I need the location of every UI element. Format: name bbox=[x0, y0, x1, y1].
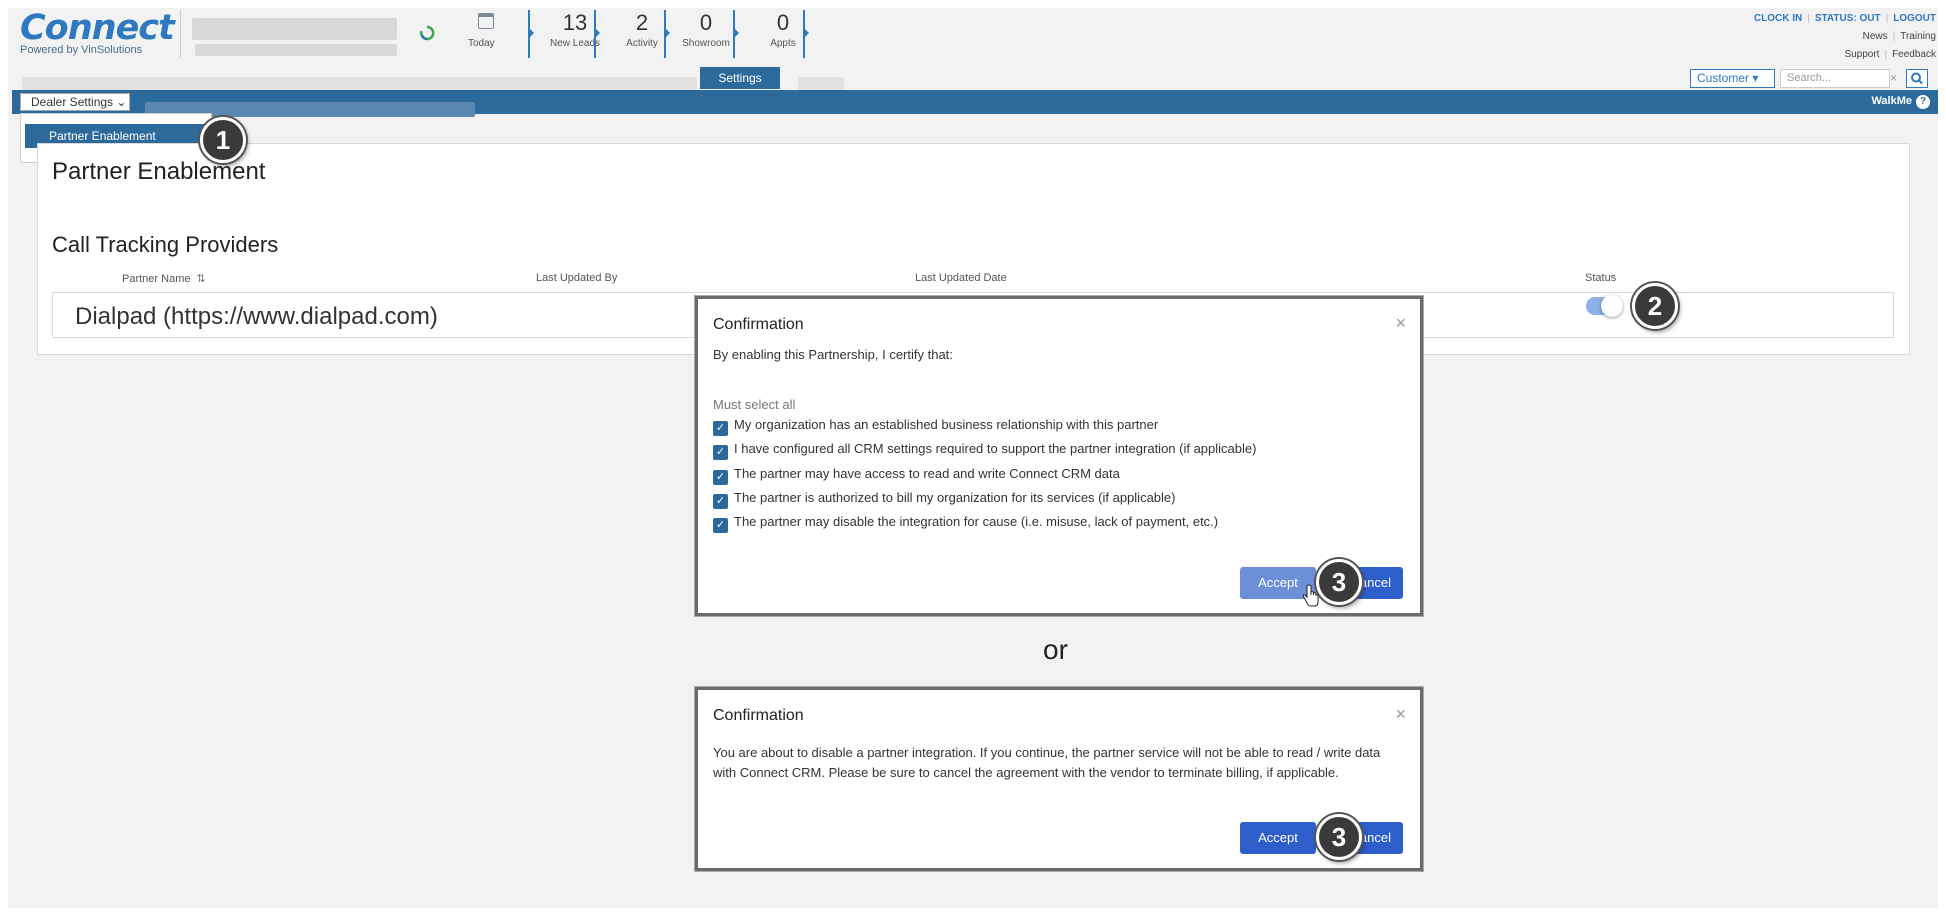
column-header-partner-name-label: Partner Name bbox=[122, 273, 191, 285]
clock-in-link[interactable]: CLOCK IN bbox=[1754, 13, 1802, 24]
section-title: Call Tracking Providers bbox=[52, 232, 279, 257]
stat-activity-value: 2 bbox=[635, 10, 649, 35]
sort-icon[interactable]: ⇅ bbox=[196, 272, 205, 285]
status-toggle[interactable] bbox=[1586, 295, 1623, 317]
redacted-nav-tabs bbox=[22, 77, 697, 90]
certify-item-label: The partner may disable the integration … bbox=[734, 514, 1219, 529]
customer-select-value: Customer bbox=[1697, 71, 1750, 85]
search-icon bbox=[1911, 72, 1923, 85]
clear-icon[interactable]: × bbox=[1890, 69, 1904, 88]
dialog-title: Confirmation bbox=[713, 316, 804, 333]
or-separator: or bbox=[1043, 634, 1068, 665]
redacted-user-name bbox=[195, 44, 397, 56]
customer-select[interactable]: Customer ▾ bbox=[1690, 69, 1775, 88]
column-header-status: Status bbox=[1585, 272, 1617, 284]
checkbox-checked-icon[interactable]: ✓ bbox=[713, 494, 728, 509]
callout-badge: 2 bbox=[1632, 283, 1678, 329]
logo-title: Connect bbox=[20, 8, 175, 48]
stat-appts-label: Appts bbox=[770, 38, 796, 49]
walkme-label: WalkMe bbox=[1871, 95, 1912, 107]
certify-checkbox-row[interactable]: ✓ The partner is authorized to bill my or… bbox=[713, 489, 1176, 509]
certify-checkbox-row[interactable]: ✓ My organization has an established busi… bbox=[713, 416, 1159, 436]
callout-badge: 3 bbox=[1316, 814, 1362, 860]
dealer-settings-label: Dealer Settings bbox=[31, 95, 114, 109]
checkbox-checked-icon[interactable]: ✓ bbox=[713, 445, 728, 460]
stat-showroom-value: 0 bbox=[699, 10, 713, 35]
stat-appts-value: 0 bbox=[776, 10, 790, 35]
stat-showroom[interactable]: 0 Showroom bbox=[678, 10, 734, 49]
certify-checkbox-row[interactable]: ✓ I have configured all CRM settings requ… bbox=[713, 440, 1257, 460]
enable-confirmation-dialog: Confirmation × By enabling this Partners… bbox=[695, 296, 1423, 616]
stat-new-leads-label: New Leads bbox=[549, 38, 601, 49]
partner-name: Dialpad (https://www.dialpad.com) bbox=[75, 303, 438, 330]
certify-checkbox-row[interactable]: ✓ The partner may have access to read and… bbox=[713, 465, 1120, 485]
chevron-down-icon: ▾ bbox=[1752, 71, 1759, 85]
tab-settings[interactable]: Settings bbox=[700, 67, 780, 89]
close-icon[interactable]: × bbox=[1395, 704, 1406, 725]
checkbox-checked-icon[interactable]: ✓ bbox=[713, 470, 728, 485]
news-link[interactable]: News bbox=[1863, 31, 1888, 42]
redacted-nav-tab bbox=[798, 77, 844, 90]
support-link[interactable]: Support bbox=[1844, 49, 1879, 60]
callout-badge: 3 bbox=[1316, 559, 1362, 605]
stat-appts[interactable]: 0 Appts bbox=[760, 10, 806, 49]
training-link[interactable]: Training bbox=[1900, 31, 1936, 42]
page-title: Partner Enablement bbox=[52, 158, 266, 185]
stat-activity-label: Activity bbox=[626, 38, 658, 49]
certify-item-label: The partner may have access to read and … bbox=[734, 466, 1120, 481]
logout-link[interactable]: LOGOUT bbox=[1893, 13, 1936, 24]
stat-divider bbox=[594, 10, 600, 58]
column-header-last-updated-by: Last Updated By bbox=[536, 272, 618, 284]
feedback-link[interactable]: Feedback bbox=[1892, 49, 1936, 60]
header-links: CLOCK IN | STATUS: OUT | LOGOUT News | Trainin… bbox=[1753, 13, 1936, 60]
calendar-icon[interactable] bbox=[478, 13, 494, 29]
search-button[interactable] bbox=[1906, 69, 1928, 88]
certify-item-label: My organization has an established busin… bbox=[734, 417, 1159, 432]
checkbox-checked-icon[interactable]: ✓ bbox=[713, 421, 728, 436]
refresh-icon[interactable] bbox=[418, 24, 436, 42]
dealer-settings-menu[interactable]: Dealer Settings ⌄ bbox=[20, 93, 130, 111]
walkme-button[interactable]: WalkMe? bbox=[1871, 95, 1930, 109]
checkbox-checked-icon[interactable]: ✓ bbox=[713, 518, 728, 533]
column-header-last-updated-date: Last Updated Date bbox=[915, 272, 1007, 284]
stat-divider bbox=[528, 10, 534, 58]
callout-badge: 1 bbox=[200, 117, 246, 163]
redacted-dealer-name bbox=[192, 18, 397, 40]
certify-checkbox-row[interactable]: ✓ The partner may disable the integration… bbox=[713, 513, 1219, 533]
stat-divider bbox=[664, 10, 670, 58]
column-header-partner-name[interactable]: Partner Name ⇅ bbox=[122, 272, 206, 285]
stat-activity[interactable]: 2 Activity bbox=[612, 10, 672, 49]
help-icon: ? bbox=[1916, 95, 1930, 109]
dialog-body: You are about to disable a partner integ… bbox=[713, 745, 1381, 780]
status-link[interactable]: STATUS: OUT bbox=[1815, 13, 1881, 24]
certify-item-label: I have configured all CRM settings requi… bbox=[734, 441, 1257, 456]
search-input[interactable]: Search... bbox=[1780, 69, 1890, 88]
chevron-down-icon: ⌄ bbox=[116, 95, 127, 109]
accept-button[interactable]: Accept bbox=[1240, 822, 1316, 854]
dialog-intro: By enabling this Partnership, I certify … bbox=[713, 347, 953, 362]
must-select-note: Must select all bbox=[713, 397, 796, 412]
stat-today-label[interactable]: Today bbox=[468, 38, 495, 49]
stat-showroom-label: Showroom bbox=[682, 38, 730, 49]
connect-logo[interactable]: Connect Powered by VinSolutions bbox=[20, 8, 175, 56]
dialog-title: Confirmation bbox=[713, 707, 804, 724]
stat-divider bbox=[733, 10, 739, 58]
close-icon[interactable]: × bbox=[1395, 313, 1406, 334]
disable-confirmation-dialog: Confirmation × You are about to disable … bbox=[695, 687, 1423, 871]
certify-item-label: The partner is authorized to bill my org… bbox=[734, 490, 1176, 505]
stat-divider bbox=[803, 10, 809, 58]
header-divider bbox=[180, 10, 181, 58]
